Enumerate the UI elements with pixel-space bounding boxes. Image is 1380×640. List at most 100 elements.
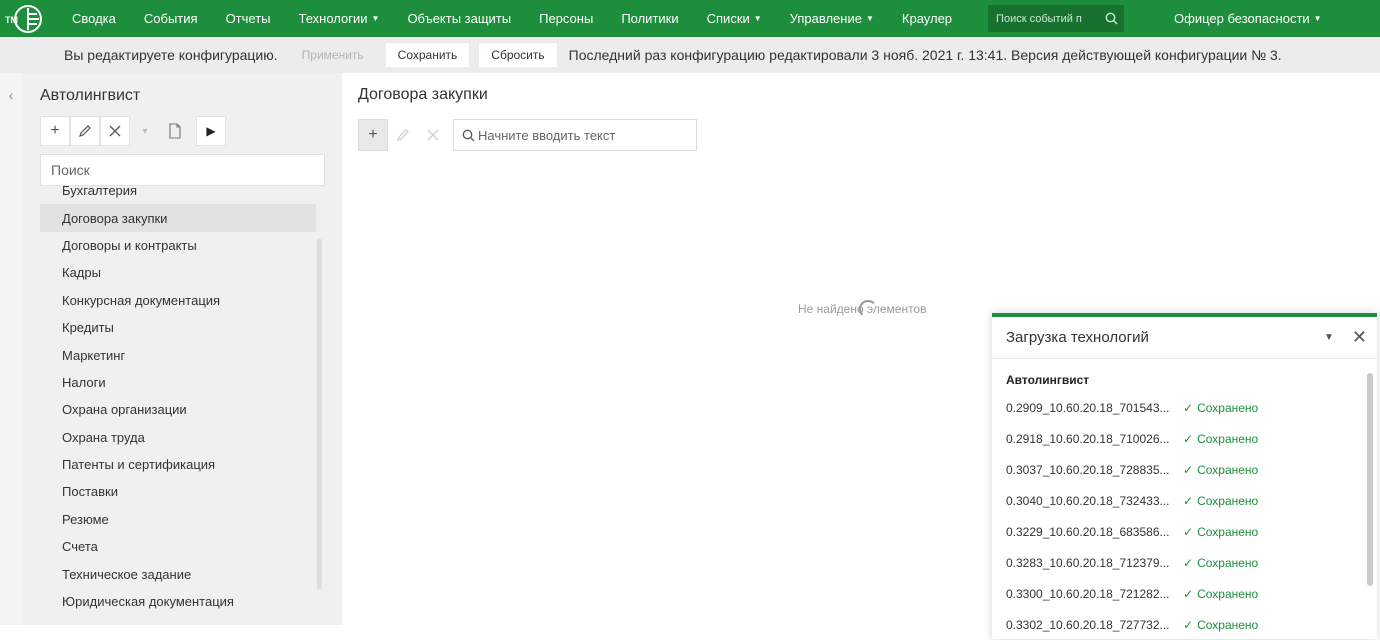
left-search[interactable] — [40, 154, 325, 186]
list-item[interactable]: Конкурсная документация — [40, 287, 316, 314]
upload-status-text: Сохранено — [1197, 586, 1259, 601]
nav-item[interactable]: Списки ▼ — [693, 0, 776, 37]
upload-row: 0.3040_10.60.20.18_732433... ✓ Сохранено — [992, 486, 1377, 517]
list-item[interactable]: Охрана организации — [40, 396, 316, 423]
delete-button[interactable] — [100, 116, 130, 146]
list-item[interactable]: Поставки — [40, 478, 316, 505]
collapse-icon[interactable]: ▼ — [1324, 332, 1334, 343]
list-item[interactable]: Счета — [40, 533, 316, 560]
search-icon — [462, 129, 475, 141]
add-button[interactable]: + — [358, 119, 388, 151]
delete-button[interactable] — [418, 119, 448, 151]
upload-file-name: 0.3037_10.60.20.18_728835... — [1006, 463, 1170, 478]
nav-item-label: Краулер — [901, 11, 953, 26]
nav-item-label: Политики — [621, 11, 679, 26]
list-item[interactable]: Резюме — [40, 506, 316, 533]
list-item[interactable]: Кадры — [40, 259, 316, 286]
main-search-input[interactable] — [478, 127, 688, 143]
chevron-down-icon: ▼ — [865, 14, 874, 23]
list-item[interactable]: Договора закупки — [40, 204, 316, 232]
list-item[interactable]: Налоги — [40, 369, 316, 396]
more-dropdown-button[interactable]: ▾ — [130, 116, 160, 146]
collapse-panel-button[interactable]: ‹ — [0, 73, 22, 625]
play-icon: ▶ — [206, 124, 216, 138]
chevron-down-icon: ▼ — [1313, 14, 1322, 23]
category-list: Бухгалтерия Договора закупки Договоры и ко… — [40, 186, 316, 616]
nav-item[interactable]: Сводка — [58, 0, 130, 37]
nav-item[interactable]: Отчеты — [212, 0, 285, 37]
nav-item[interactable]: Краулер — [888, 0, 966, 37]
upload-status-text: Сохранено — [1197, 525, 1259, 539]
upload-file-name: 0.2909_10.60.20.18_701543... — [1006, 401, 1170, 416]
upload-status: ✓ Сохранено — [1183, 525, 1258, 539]
loading-spinner-icon — [859, 300, 877, 318]
search-icon[interactable] — [1105, 12, 1118, 25]
top-navigation: TM Сводка События Отчеты Технологии ▼ Объекты… — [0, 0, 1380, 37]
user-menu[interactable]: Офицер безопасности ▼ — [1160, 0, 1336, 37]
chevron-down-icon: ▼ — [371, 14, 380, 23]
list-item[interactable]: Маркетинг — [40, 341, 316, 368]
list-item[interactable]: Юридическая документация — [40, 588, 316, 615]
nav-item-label: Персоны — [539, 11, 594, 26]
upload-file-name: 0.3229_10.60.20.18_683586... — [1006, 525, 1170, 539]
edit-button[interactable] — [388, 119, 418, 151]
upload-row: 0.3037_10.60.20.18_728835... ✓ Сохранено — [992, 455, 1377, 486]
reset-button[interactable]: Сбросить — [479, 43, 557, 67]
apply-button[interactable]: Применить — [290, 43, 376, 67]
event-search-input[interactable] — [996, 12, 1106, 25]
nav-item[interactable]: Технологии ▼ — [285, 0, 394, 37]
logo-icon: TM — [5, 4, 42, 33]
upload-scrollbar[interactable] — [1367, 373, 1373, 586]
check-icon: ✓ — [1183, 401, 1194, 416]
page-title: Договора закупки — [358, 86, 488, 103]
plus-icon: + — [368, 126, 378, 143]
upload-row: 0.3229_10.60.20.18_683586... ✓ Сохранено — [992, 517, 1377, 548]
chevron-left-icon: ‹ — [8, 87, 14, 103]
upload-status-text: Сохранено — [1197, 494, 1259, 509]
upload-file-name: 0.2918_10.60.20.18_710026... — [1006, 432, 1170, 447]
left-search-input[interactable] — [51, 162, 311, 178]
nav-item[interactable]: Политики — [607, 0, 692, 37]
copy-button[interactable] — [160, 116, 190, 146]
list-item[interactable]: Охрана труда — [40, 424, 316, 451]
list-item[interactable]: Договоры и контракты — [40, 232, 316, 259]
left-toolbar: + ▾ ▶ — [40, 116, 226, 146]
add-button[interactable]: + — [40, 116, 70, 146]
close-icon — [109, 125, 121, 137]
config-bar: Вы редактируете конфигурацию. Применить … — [0, 37, 1380, 73]
upload-panel-header: Загрузка технологий ▼ ✕ — [992, 317, 1377, 359]
svg-text:TM: TM — [5, 15, 18, 25]
left-panel: Автолингвист + ▾ ▶ БухгалтерияДоговора з… — [22, 73, 342, 625]
list-item[interactable]: Бухгалтерия — [40, 186, 316, 204]
event-search[interactable] — [988, 5, 1125, 32]
upload-status: ✓ Сохранено — [1183, 618, 1258, 632]
main-search[interactable] — [453, 119, 697, 151]
list-item[interactable]: Кредиты — [40, 314, 316, 341]
check-icon: ✓ — [1183, 586, 1194, 601]
close-icon[interactable]: ✕ — [1352, 327, 1367, 348]
nav-item[interactable]: Объекты защиты — [393, 0, 525, 37]
check-icon: ✓ — [1183, 494, 1194, 509]
upload-status-text: Сохранено — [1197, 463, 1259, 478]
upload-status-text: Сохранено — [1197, 401, 1259, 416]
upload-section-title: Автолингвист — [1006, 373, 1090, 387]
app-logo[interactable]: TM — [0, 0, 48, 37]
run-button[interactable]: ▶ — [196, 116, 226, 146]
list-item[interactable]: Патенты и сертификация — [40, 451, 316, 478]
upload-file-name: 0.3302_10.60.20.18_727732... — [1006, 617, 1170, 632]
list-scrollbar[interactable] — [317, 239, 322, 589]
upload-panel-title: Загрузка технологий — [1006, 329, 1149, 346]
nav-item-label: События — [143, 11, 198, 26]
save-button[interactable]: Сохранить — [385, 43, 470, 67]
chevron-down-icon: ▼ — [753, 14, 762, 23]
check-icon: ✓ — [1183, 432, 1194, 447]
edit-button[interactable] — [70, 116, 100, 146]
list-item[interactable]: Техническое задание — [40, 560, 316, 587]
document-icon — [169, 123, 181, 139]
nav-item-label: Объекты защиты — [407, 11, 512, 26]
nav-item[interactable]: Персоны — [525, 0, 607, 37]
nav-item[interactable]: Управление ▼ — [776, 0, 888, 37]
plus-icon: + — [50, 122, 60, 139]
nav-item[interactable]: События — [130, 0, 212, 37]
check-icon: ✓ — [1183, 617, 1194, 632]
